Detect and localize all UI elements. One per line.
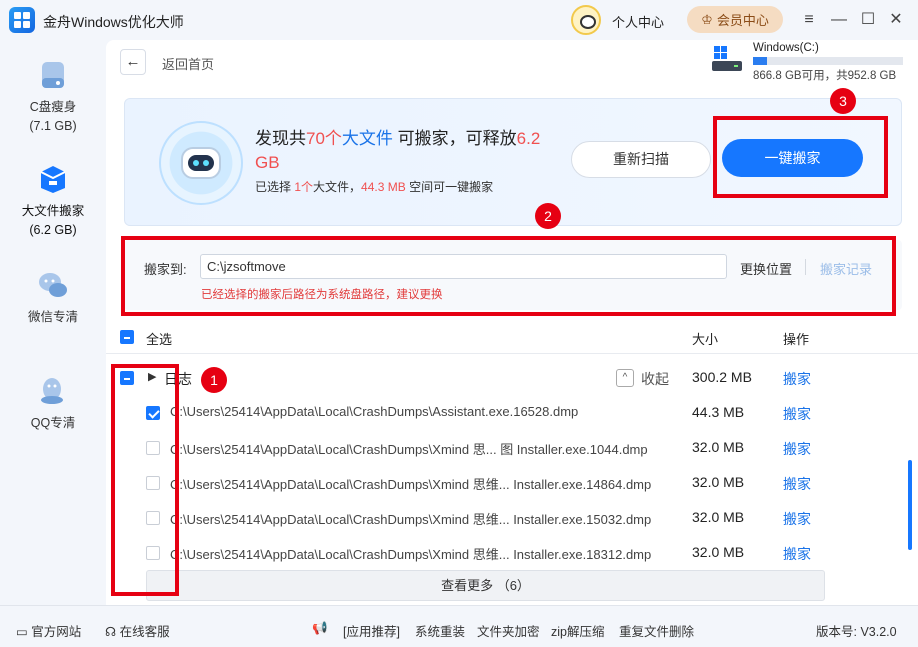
group-size: 300.2 MB [692,369,752,385]
annotation-marker-2: 2 [535,203,561,229]
sidebar-item-label: 大文件搬家 [21,204,85,218]
row-move-link[interactable]: 搬家 [783,404,811,424]
drive-icon [36,58,70,92]
action-column-header: 操作 [783,332,810,347]
sidebar: C盘瘦身 (7.1 GB) 大文件搬家 (6.2 GB) 微信专清 QQ专清 [0,40,106,605]
app-logo-icon [9,7,35,33]
chevron-up-icon[interactable]: ^ [616,369,634,387]
sidebar-item-sub: (6.2 GB) [29,223,77,237]
megaphone-icon: 📢 [312,621,328,635]
sidebar-item-label: 微信专清 [27,310,78,324]
select-all-checkbox[interactable] [120,330,134,344]
personal-center-link[interactable]: 个人中心 [612,12,664,31]
back-arrow-icon[interactable]: ← [120,49,146,75]
sidebar-item-label: QQ专清 [30,416,76,430]
disk-name: Windows(C:) [753,42,819,54]
file-size: 32.0 MB [692,544,745,560]
scan-headline: 发现共70个大文件 可搬家，可释放6.2 GB [255,129,541,172]
sidebar-item-big-file-move[interactable]: 大文件搬家 (6.2 GB) [0,162,106,240]
app-title: 金舟Windows优化大师 [43,14,184,30]
headset-icon: ☊ [105,625,117,639]
table-row[interactable]: C:\Users\25414\AppData\Local\CrashDumps\… [106,535,918,570]
maximize-icon[interactable]: ☐ [858,10,878,30]
status-bar: ▭ 官方网站 ☊ 在线客服 📢 [应用推荐] 系统重装 文件夹加密 zip解压缩… [0,605,918,647]
disk-info: 866.8 GB可用，共952.8 GB [753,70,897,82]
table-row[interactable]: C:\Users\25414\AppData\Local\CrashDumps\… [106,500,918,535]
row-move-link[interactable]: 搬家 [783,509,811,529]
vip-center-button[interactable]: ♔ 会员中心 [687,6,783,33]
table-header: 全选 大小 操作 [106,320,918,354]
robot-icon [159,121,243,205]
annotation-marker-3: 3 [830,88,856,114]
recommend-label: [应用推荐] [343,625,400,639]
collapse-link[interactable]: 收起 [641,369,669,389]
website-label: 官方网站 [31,625,82,639]
windows-drive-icon [712,46,742,72]
dedupe-link[interactable]: 重复文件删除 [619,621,694,640]
size-column-header: 大小 [692,332,719,347]
table-row[interactable]: C:\Users\25414\AppData\Local\CrashDumps\… [106,465,918,500]
annotation-marker-1: 1 [201,367,227,393]
sidebar-item-c-drive[interactable]: C盘瘦身 (7.1 GB) [0,58,106,136]
selection-summary: 已选择 1个大文件，44.3 MB 空间可一键搬家 [255,180,494,194]
file-path: C:\Users\25414\AppData\Local\CrashDumps\… [170,404,579,419]
sidebar-item-label: C盘瘦身 [29,100,77,114]
sidebar-item-qq-clean[interactable]: QQ专清 [0,374,106,433]
annotation-box-3 [713,116,888,198]
view-more-button[interactable]: 查看更多 （6） [146,570,825,601]
scrollbar-thumb[interactable] [908,460,912,550]
group-move-link[interactable]: 搬家 [783,369,811,389]
rescan-button[interactable]: 重新扫描 [571,141,711,178]
minimize-icon[interactable]: — [829,10,849,30]
row-move-link[interactable]: 搬家 [783,439,811,459]
title-bar: 金舟Windows优化大师 个人中心 ♔ 会员中心 ≡ — ☐ ✕ [0,0,918,40]
menu-icon[interactable]: ≡ [799,10,819,30]
disk-usage-fill [753,57,767,65]
file-size: 32.0 MB [692,509,745,525]
box-icon [36,162,70,196]
website-link[interactable]: ▭ 官方网站 [16,621,81,640]
crown-icon: ♔ [701,11,713,27]
close-icon[interactable]: ✕ [886,10,906,30]
support-label: 在线客服 [119,625,170,639]
disk-usage-bar [753,57,903,65]
reinstall-link[interactable]: 系统重装 [415,621,465,640]
qq-icon [36,374,70,408]
folder-encrypt-link[interactable]: 文件夹加密 [477,621,540,640]
file-size: 32.0 MB [692,474,745,490]
file-path: C:\Users\25414\AppData\Local\CrashDumps\… [170,547,652,562]
zip-link[interactable]: zip解压缩 [551,621,604,640]
sidebar-item-wechat-clean[interactable]: 微信专清 [0,268,106,327]
row-move-link[interactable]: 搬家 [783,474,811,494]
group-row-logs[interactable]: ▶ 日志 ^ 收起 300.2 MB 搬家 [106,363,918,393]
back-home-link[interactable]: 返回首页 [162,54,214,73]
table-row[interactable]: C:\Users\25414\AppData\Local\CrashDumps\… [106,395,918,430]
file-path: C:\Users\25414\AppData\Local\CrashDumps\… [170,442,648,457]
avatar[interactable] [571,5,601,35]
file-path: C:\Users\25414\AppData\Local\CrashDumps\… [170,512,652,527]
file-size: 32.0 MB [692,439,745,455]
wechat-icon [36,268,70,302]
table-row[interactable]: C:\Users\25414\AppData\Local\CrashDumps\… [106,430,918,465]
select-all-label[interactable]: 全选 [146,329,172,348]
version-label: 版本号: V3.2.0 [816,625,897,639]
sidebar-item-sub: (7.1 GB) [29,119,77,133]
monitor-icon: ▭ [16,625,28,639]
annotation-box-1 [111,364,179,596]
support-link[interactable]: ☊ 在线客服 [105,621,170,640]
vip-center-label: 会员中心 [716,13,769,28]
file-size: 44.3 MB [692,404,745,420]
row-move-link[interactable]: 搬家 [783,544,811,564]
file-path: C:\Users\25414\AppData\Local\CrashDumps\… [170,477,652,492]
annotation-box-2 [121,236,896,316]
